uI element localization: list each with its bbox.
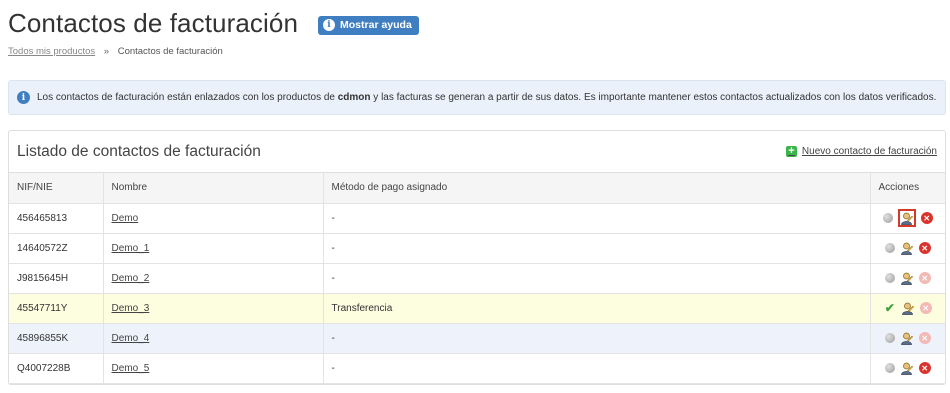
edit-contact-icon[interactable]	[900, 361, 914, 375]
cell-actions: ✕	[870, 263, 945, 294]
column-header-name: Nombre	[103, 173, 324, 204]
table-row: 456465813 Demo - ✕	[9, 203, 945, 234]
edit-contact-icon[interactable]	[901, 301, 915, 315]
grey-dot-icon[interactable]	[884, 363, 895, 373]
grey-dot-icon[interactable]	[884, 333, 895, 343]
cell-actions: ✕	[870, 353, 945, 384]
delete-icon: ✕	[918, 332, 931, 344]
panel-title: Listado de contactos de facturación	[17, 142, 261, 160]
cell-nif: 45896855K	[9, 323, 104, 354]
table-row: Q4007228B Demo_5 - ✕	[9, 353, 945, 384]
page-title: Contactos de facturación	[8, 7, 299, 38]
breadcrumb-separator: »	[103, 46, 110, 57]
delete-icon: ✕	[918, 272, 931, 284]
delete-icon: ✕	[919, 302, 932, 314]
cell-nif: 45547711Y	[9, 293, 104, 324]
grey-dot-icon[interactable]	[884, 273, 895, 283]
row-actions: ✕	[879, 241, 938, 255]
cell-actions: ✕	[870, 203, 945, 234]
grey-dot-icon[interactable]	[882, 213, 893, 223]
contacts-table: NIF/NIE Nombre Método de pago asignado A…	[9, 173, 945, 384]
cell-nif: Q4007228B	[9, 353, 104, 384]
info-icon: i	[17, 91, 30, 104]
column-header-nif: NIF/NIE	[9, 173, 104, 204]
table-row: J9815645H Demo_2 - ✕	[9, 263, 945, 294]
table-row: 45547711Y Demo_3 Transferencia ✔ ✕	[9, 293, 945, 324]
show-help-button[interactable]: i Mostrar ayuda	[318, 15, 419, 35]
grey-dot-icon[interactable]	[884, 243, 895, 253]
contact-name-link[interactable]: Demo_2	[112, 273, 150, 284]
cell-payment: -	[323, 353, 871, 384]
cell-nif: 14640572Z	[9, 233, 104, 264]
plus-icon: +	[785, 146, 797, 157]
page-header: Contactos de facturación i Mostrar ayuda	[8, 6, 419, 40]
contacts-panel: Listado de contactos de facturación + Nu…	[8, 130, 946, 385]
contact-name-link[interactable]: Demo_4	[112, 333, 150, 344]
info-text: Los contactos de facturación están enlaz…	[37, 92, 936, 103]
edit-contact-icon[interactable]	[897, 209, 916, 227]
table-body: 456465813 Demo - ✕ 14640572Z Demo_1- ✕ J9815645…	[9, 203, 945, 384]
row-actions: ✕	[879, 361, 938, 375]
edit-contact-icon[interactable]	[900, 241, 914, 255]
table-row: 14640572Z Demo_1 - ✕	[9, 233, 945, 264]
breadcrumb: Todos mis productos » Contactos de factu…	[8, 46, 223, 57]
row-actions: ✕	[879, 209, 938, 227]
cell-name: Demo	[103, 203, 324, 234]
delete-icon[interactable]: ✕	[920, 212, 933, 224]
cell-name: Demo_3	[103, 293, 324, 324]
breadcrumb-root-link[interactable]: Todos mis productos	[8, 46, 95, 57]
row-actions: ✕	[879, 271, 938, 285]
cell-name: Demo_4	[103, 323, 324, 354]
check-icon[interactable]: ✔	[884, 302, 896, 314]
info-icon: i	[323, 19, 336, 31]
cell-nif: 456465813	[9, 203, 104, 234]
breadcrumb-current: Contactos de facturación	[117, 46, 223, 57]
new-contact-label: Nuevo contacto de facturación	[801, 146, 937, 157]
cell-actions: ✕	[870, 323, 945, 354]
info-box: i Los contactos de facturación están enl…	[8, 80, 946, 115]
cell-name: Demo_2	[103, 263, 324, 294]
edit-contact-icon[interactable]	[900, 271, 914, 285]
edit-contact-icon[interactable]	[900, 331, 914, 345]
panel-header: Listado de contactos de facturación + Nu…	[9, 131, 945, 173]
contact-name-link[interactable]: Demo	[112, 213, 139, 224]
cell-payment: -	[323, 233, 871, 264]
delete-icon[interactable]: ✕	[918, 242, 931, 254]
column-header-payment: Método de pago asignado	[323, 173, 871, 204]
new-contact-link[interactable]: + Nuevo contacto de facturación	[785, 146, 937, 157]
table-header-row: NIF/NIE Nombre Método de pago asignado A…	[9, 173, 945, 204]
cell-name: Demo_5	[103, 353, 324, 384]
row-actions: ✔ ✕	[879, 301, 938, 315]
cell-payment: -	[323, 323, 871, 354]
cell-actions: ✕	[870, 233, 945, 264]
info-text-before: Los contactos de facturación están enlaz…	[37, 92, 338, 103]
contact-name-link[interactable]: Demo_5	[112, 363, 150, 374]
cell-actions: ✔ ✕	[870, 293, 945, 324]
cell-payment: Transferencia	[323, 293, 871, 324]
cell-payment: -	[323, 263, 871, 294]
cell-nif: J9815645H	[9, 263, 104, 294]
info-brand: cdmon	[337, 92, 371, 103]
info-text-after: y las facturas se generan a partir de su…	[370, 92, 937, 103]
contact-name-link[interactable]: Demo_3	[112, 303, 150, 314]
delete-icon[interactable]: ✕	[918, 362, 931, 374]
cell-payment: -	[323, 203, 871, 234]
table-row: 45896855K Demo_4 - ✕	[9, 323, 945, 354]
column-header-actions: Acciones	[870, 173, 945, 204]
cell-name: Demo_1	[103, 233, 324, 264]
show-help-label: Mostrar ayuda	[340, 19, 412, 31]
row-actions: ✕	[879, 331, 938, 345]
contact-name-link[interactable]: Demo_1	[112, 243, 150, 254]
